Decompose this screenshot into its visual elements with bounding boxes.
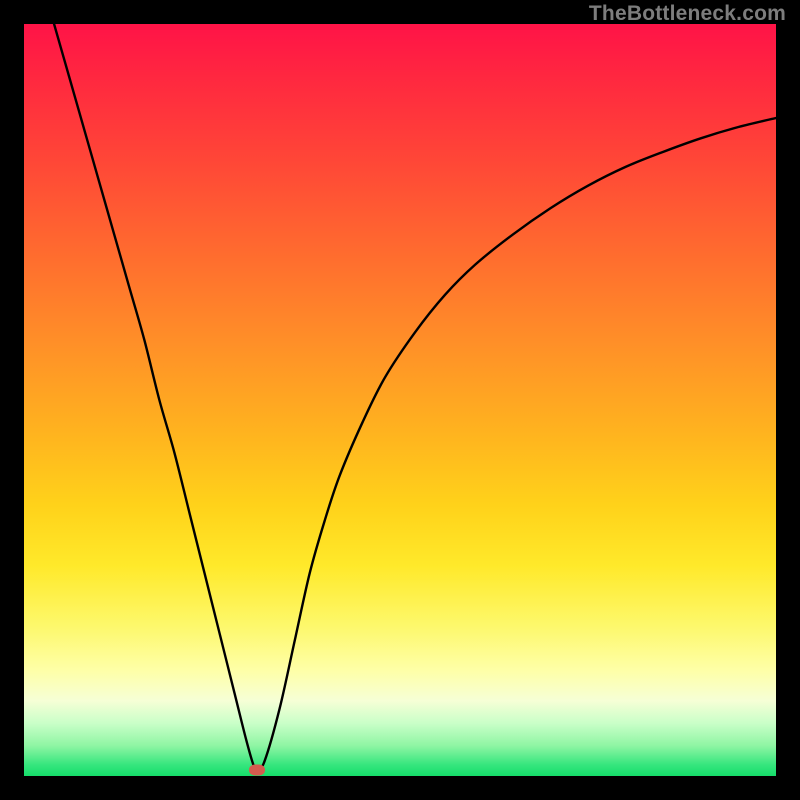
optimal-point-marker [249, 764, 265, 775]
bottleneck-curve [54, 24, 776, 770]
curve-layer [24, 24, 776, 776]
plot-area [24, 24, 776, 776]
chart-frame: TheBottleneck.com [0, 0, 800, 800]
watermark-label: TheBottleneck.com [589, 2, 786, 26]
